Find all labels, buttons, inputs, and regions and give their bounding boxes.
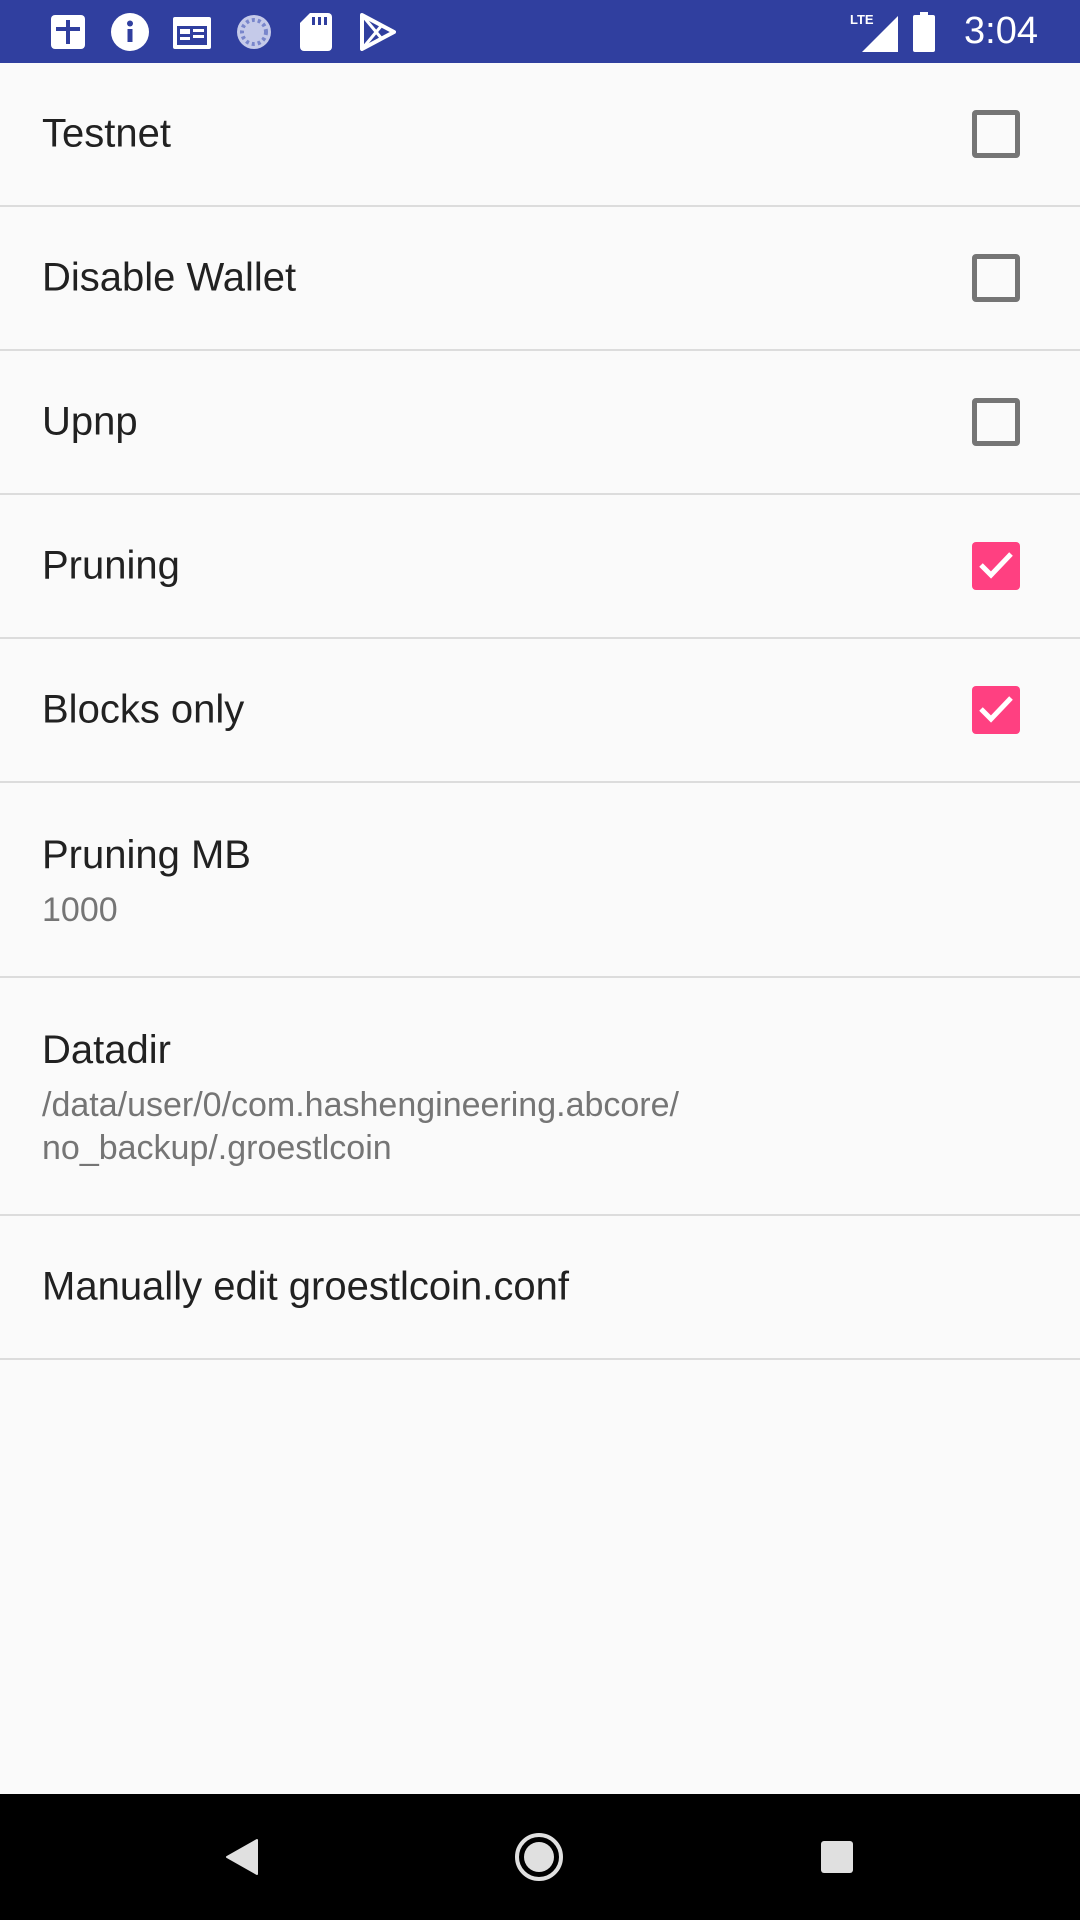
play-store-icon	[358, 12, 398, 52]
upnp-checkbox[interactable]	[972, 398, 1020, 446]
pref-datadir[interactable]: Datadir /data/user/0/com.hashengineering…	[0, 978, 1080, 1216]
navigation-bar	[0, 1794, 1080, 1920]
home-icon[interactable]	[479, 1794, 599, 1920]
check-icon	[979, 552, 1013, 579]
svg-text:LTE: LTE	[850, 12, 874, 27]
pref-upnp[interactable]: Upnp	[0, 351, 1080, 495]
datadir-path-line-2: no_backup/.groestlcoin	[42, 1129, 392, 1167]
pref-pruning[interactable]: Pruning	[0, 495, 1080, 639]
sd-card-icon	[296, 12, 336, 52]
check-icon	[979, 696, 1013, 723]
progress-circle-icon	[234, 12, 274, 52]
lte-signal-icon: LTE	[850, 12, 899, 52]
back-icon[interactable]	[182, 1794, 302, 1920]
testnet-checkbox[interactable]	[972, 110, 1020, 158]
app-plus-icon	[48, 12, 88, 52]
pref-title: Testnet	[42, 111, 171, 156]
pref-title: Pruning	[42, 543, 180, 588]
disable-wallet-checkbox[interactable]	[972, 254, 1020, 302]
screen: LTE 3:04 Testnet Disable Wallet Upnp Pru…	[0, 0, 1080, 1920]
info-icon	[110, 12, 150, 52]
battery-icon	[912, 11, 936, 52]
pref-title: Upnp	[42, 399, 138, 444]
pref-title: Blocks only	[42, 687, 245, 732]
recents-icon[interactable]	[777, 1794, 897, 1920]
pref-disable-wallet[interactable]: Disable Wallet	[0, 207, 1080, 351]
pref-summary: 1000	[42, 891, 118, 929]
pref-summary: /data/user/0/com.hashengineering.abcore/…	[42, 1084, 842, 1170]
pref-testnet[interactable]: Testnet	[0, 63, 1080, 207]
pref-pruning-mb[interactable]: Pruning MB 1000	[0, 783, 1080, 978]
pref-title: Datadir	[42, 1028, 171, 1072]
blocks-only-checkbox[interactable]	[972, 686, 1020, 734]
preferences-list: Testnet Disable Wallet Upnp Pruning Bloc…	[0, 63, 1080, 1360]
pref-title: Manually edit groestlcoin.conf	[42, 1264, 569, 1309]
pref-manual-edit[interactable]: Manually edit groestlcoin.conf	[0, 1216, 1080, 1360]
calendar-icon	[172, 12, 212, 52]
pref-blocks-only[interactable]: Blocks only	[0, 639, 1080, 783]
notification-icons	[48, 12, 398, 52]
status-bar: LTE 3:04	[0, 0, 1080, 63]
clock: 3:04	[964, 10, 1038, 52]
datadir-path-line-1: /data/user/0/com.hashengineering.abcore/	[42, 1086, 679, 1124]
pruning-checkbox[interactable]	[972, 542, 1020, 590]
pref-title: Disable Wallet	[42, 255, 297, 300]
system-status: LTE 3:04	[850, 10, 1038, 53]
pref-title: Pruning MB	[42, 833, 251, 877]
